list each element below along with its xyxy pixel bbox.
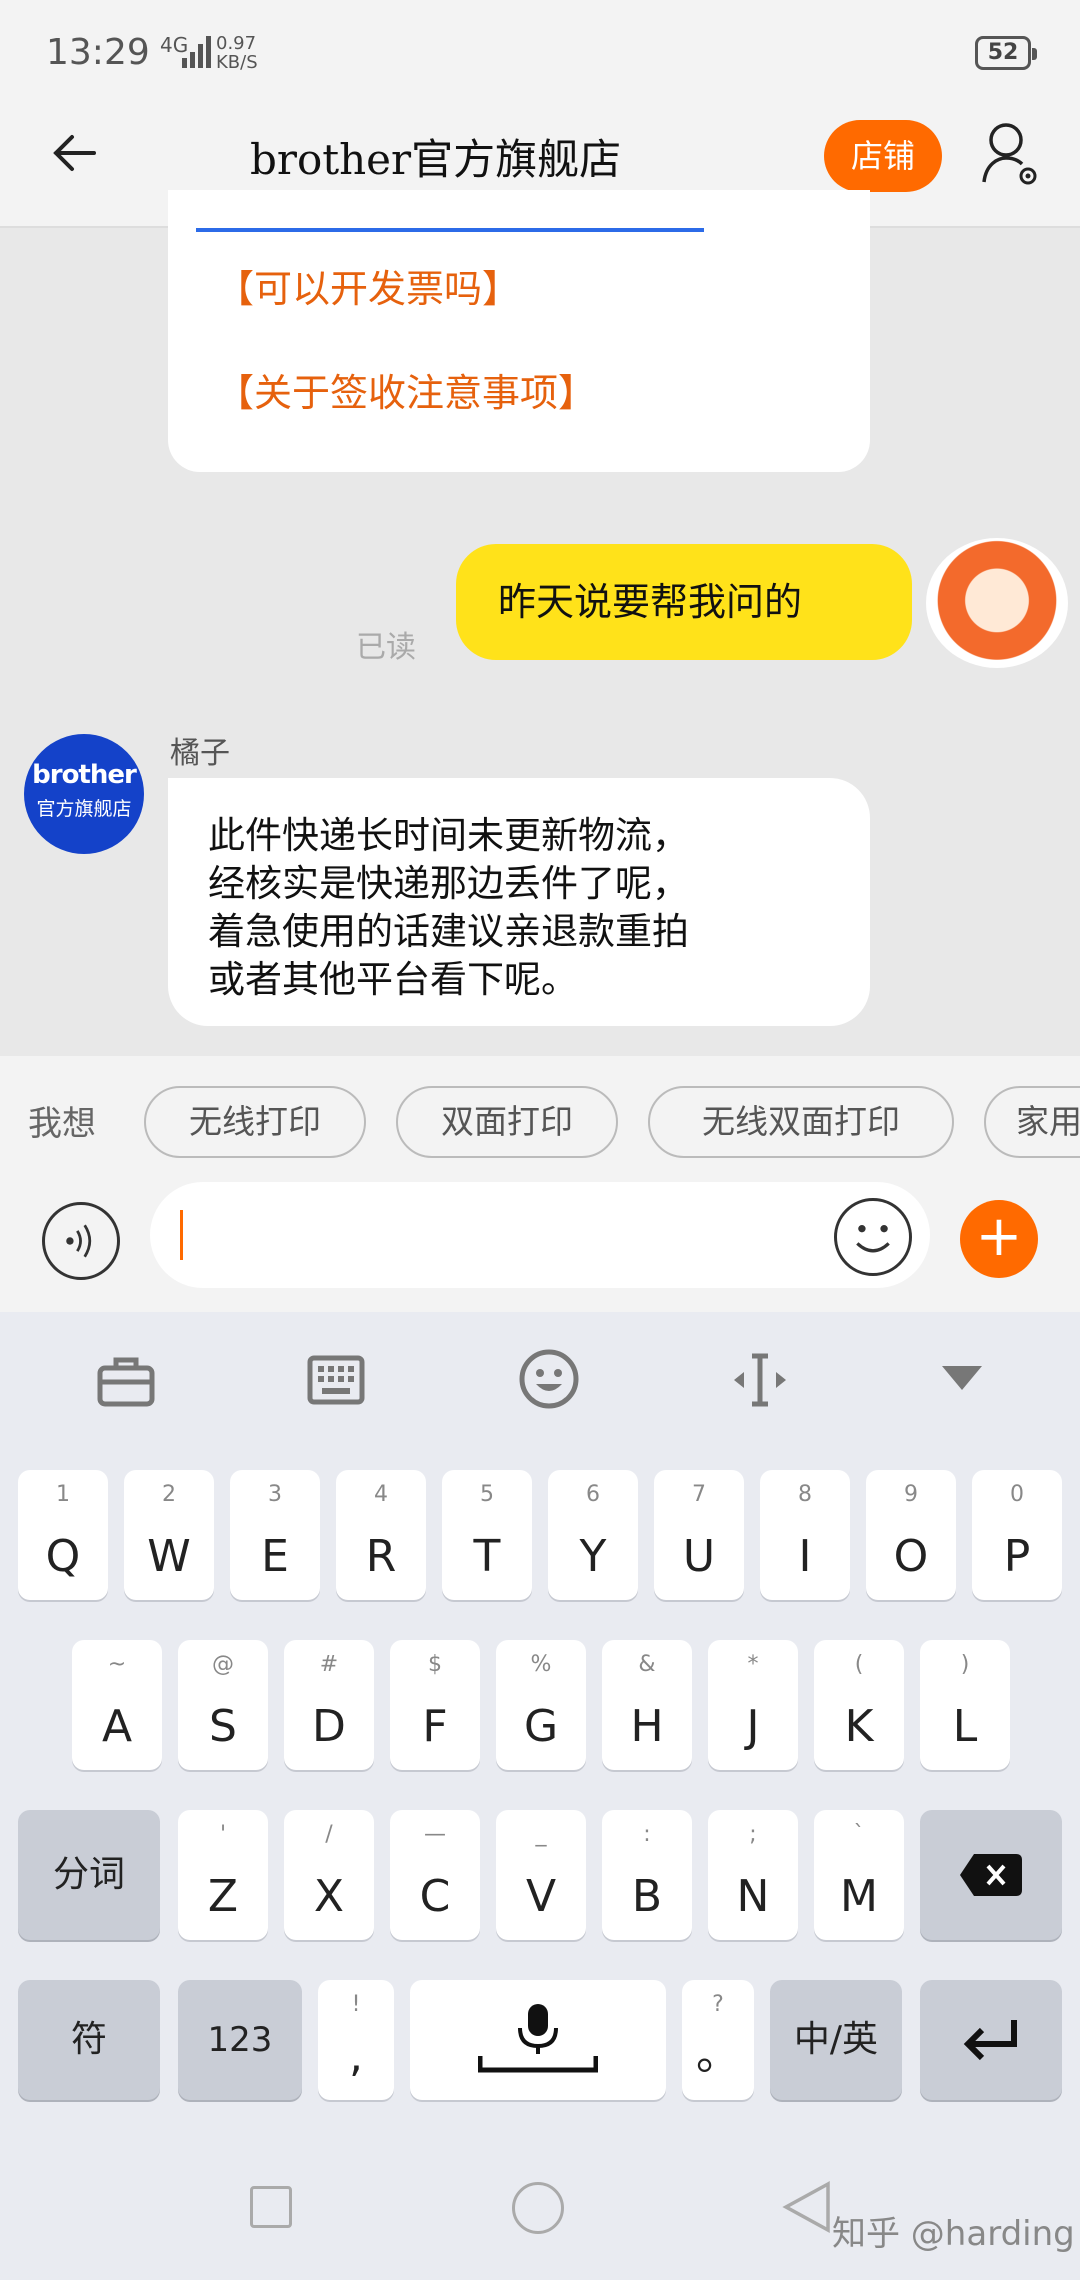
key-i[interactable]: 8I bbox=[760, 1470, 850, 1600]
key-r[interactable]: 4R bbox=[336, 1470, 426, 1600]
key-o[interactable]: 9O bbox=[866, 1470, 956, 1600]
key-m[interactable]: ` M bbox=[814, 1810, 904, 1940]
cursor-move-icon[interactable] bbox=[728, 1348, 792, 1412]
key-f[interactable]: $ F bbox=[390, 1640, 480, 1770]
key-l[interactable]: ) L bbox=[920, 1640, 1010, 1770]
segment-key[interactable]: 分词 bbox=[18, 1810, 160, 1940]
shop-button[interactable]: 店铺 bbox=[824, 120, 942, 192]
watermark: 知乎 @harding bbox=[832, 2214, 1075, 2254]
shop-avatar-caption: 官方旗舰店 bbox=[36, 798, 132, 820]
key-g[interactable]: % G bbox=[496, 1640, 586, 1770]
status-time: 13:29 bbox=[46, 32, 150, 73]
my-message-bubble[interactable]: 昨天说要帮我问的 bbox=[456, 544, 912, 660]
key-j[interactable]: * J bbox=[708, 1640, 798, 1770]
enter-key[interactable] bbox=[920, 1980, 1062, 2100]
quick-chip-duplex-print[interactable]: 双面打印 bbox=[396, 1086, 618, 1158]
quick-reply-label: 我想 bbox=[28, 1104, 96, 1144]
quick-chip-wireless-print[interactable]: 无线打印 bbox=[144, 1086, 366, 1158]
key-s[interactable]: @ S bbox=[178, 1640, 268, 1770]
key-k[interactable]: (K bbox=[814, 1640, 904, 1770]
user-settings-icon[interactable] bbox=[980, 120, 1040, 186]
key-v[interactable]: _ V bbox=[496, 1810, 586, 1940]
battery-icon: 52 bbox=[975, 36, 1037, 70]
agent-message-line: 着急使用的话建议亲退款重拍 bbox=[208, 910, 689, 953]
microphone-icon bbox=[478, 2004, 598, 2073]
shop-avatar[interactable]: brother 官方旗舰店 bbox=[24, 734, 144, 854]
backspace-icon bbox=[960, 1854, 1022, 1896]
key-y[interactable]: 6Y bbox=[548, 1470, 638, 1600]
key-z[interactable]: ' Z bbox=[178, 1810, 268, 1940]
quick-chip-wireless-duplex-print[interactable]: 无线双面打印 bbox=[648, 1086, 954, 1158]
enter-icon bbox=[963, 2020, 1017, 2061]
key-e[interactable]: 3E bbox=[230, 1470, 320, 1600]
key-p[interactable]: 0P bbox=[972, 1470, 1062, 1600]
comma-key[interactable]: !, bbox=[318, 1980, 394, 2100]
backspace-key[interactable] bbox=[920, 1810, 1062, 1940]
faq-item-invoice[interactable]: 【可以开发票吗】 bbox=[216, 258, 520, 313]
shop-avatar-brand: brother bbox=[32, 760, 137, 790]
faq-item-delivery[interactable]: 【关于签收注意事项】 bbox=[216, 362, 596, 417]
link-underline[interactable] bbox=[196, 228, 704, 232]
speed-unit: KB/S bbox=[216, 52, 258, 73]
key-u[interactable]: 7U bbox=[654, 1470, 744, 1600]
message-input[interactable] bbox=[150, 1182, 930, 1288]
space-voice-key[interactable] bbox=[410, 1980, 666, 2100]
recent-apps-icon[interactable] bbox=[250, 2186, 292, 2228]
emoji-icon[interactable] bbox=[834, 1198, 912, 1276]
period-key[interactable]: ?。 bbox=[682, 1980, 754, 2100]
key-w[interactable]: 2W bbox=[124, 1470, 214, 1600]
key-t[interactable]: 5T bbox=[442, 1470, 532, 1600]
faq-bubble bbox=[168, 190, 870, 472]
back-arrow-icon[interactable] bbox=[50, 128, 100, 178]
key-x[interactable]: / X bbox=[284, 1810, 374, 1940]
home-icon[interactable] bbox=[512, 2182, 564, 2234]
keyboard-layout-icon[interactable] bbox=[304, 1348, 368, 1412]
text-cursor bbox=[180, 1210, 183, 1260]
my-avatar[interactable] bbox=[926, 538, 1068, 668]
quick-chip-home[interactable]: 家用 bbox=[984, 1086, 1080, 1158]
key-d[interactable]: # D bbox=[284, 1640, 374, 1770]
key-c[interactable]: — C bbox=[390, 1810, 480, 1940]
key-h[interactable]: & H bbox=[602, 1640, 692, 1770]
symbol-key[interactable]: 符 bbox=[18, 1980, 160, 2100]
language-switch-key[interactable]: 中/英 bbox=[770, 1980, 902, 2100]
read-status: 已读 bbox=[356, 630, 416, 665]
collapse-keyboard-icon[interactable] bbox=[938, 1352, 986, 1400]
key-a[interactable]: ~ A bbox=[72, 1640, 162, 1770]
key-b[interactable]: :B bbox=[602, 1810, 692, 1940]
shop-title: brother官方旗舰店 bbox=[250, 135, 622, 184]
number-key[interactable]: 123 bbox=[178, 1980, 302, 2100]
voice-input-icon[interactable] bbox=[42, 1202, 120, 1280]
key-n[interactable]: ; N bbox=[708, 1810, 798, 1940]
agent-message-line: 或者其他平台看下呢。 bbox=[208, 958, 578, 1001]
signal-icon bbox=[182, 36, 211, 68]
back-nav-icon[interactable] bbox=[782, 2180, 832, 2234]
agent-message-line: 经核实是快递那边丢件了呢， bbox=[208, 862, 689, 905]
add-attachment-button[interactable]: + bbox=[960, 1200, 1038, 1278]
agent-name: 橘子 bbox=[170, 736, 230, 771]
key-q[interactable]: 1Q bbox=[18, 1470, 108, 1600]
agent-message-bubble[interactable]: 此件快递长时间未更新物流， 经核实是快递那边丢件了呢， 着急使用的话建议亲退款重… bbox=[168, 778, 870, 1026]
emoji-keyboard-icon[interactable] bbox=[516, 1346, 582, 1412]
network-speed: 0.97 KB/S bbox=[216, 34, 258, 72]
agent-message-line: 此件快递长时间未更新物流， bbox=[208, 814, 689, 857]
toolbox-icon[interactable] bbox=[94, 1348, 158, 1412]
soft-keyboard bbox=[0, 1312, 1080, 2280]
speed-value: 0.97 bbox=[216, 33, 257, 54]
